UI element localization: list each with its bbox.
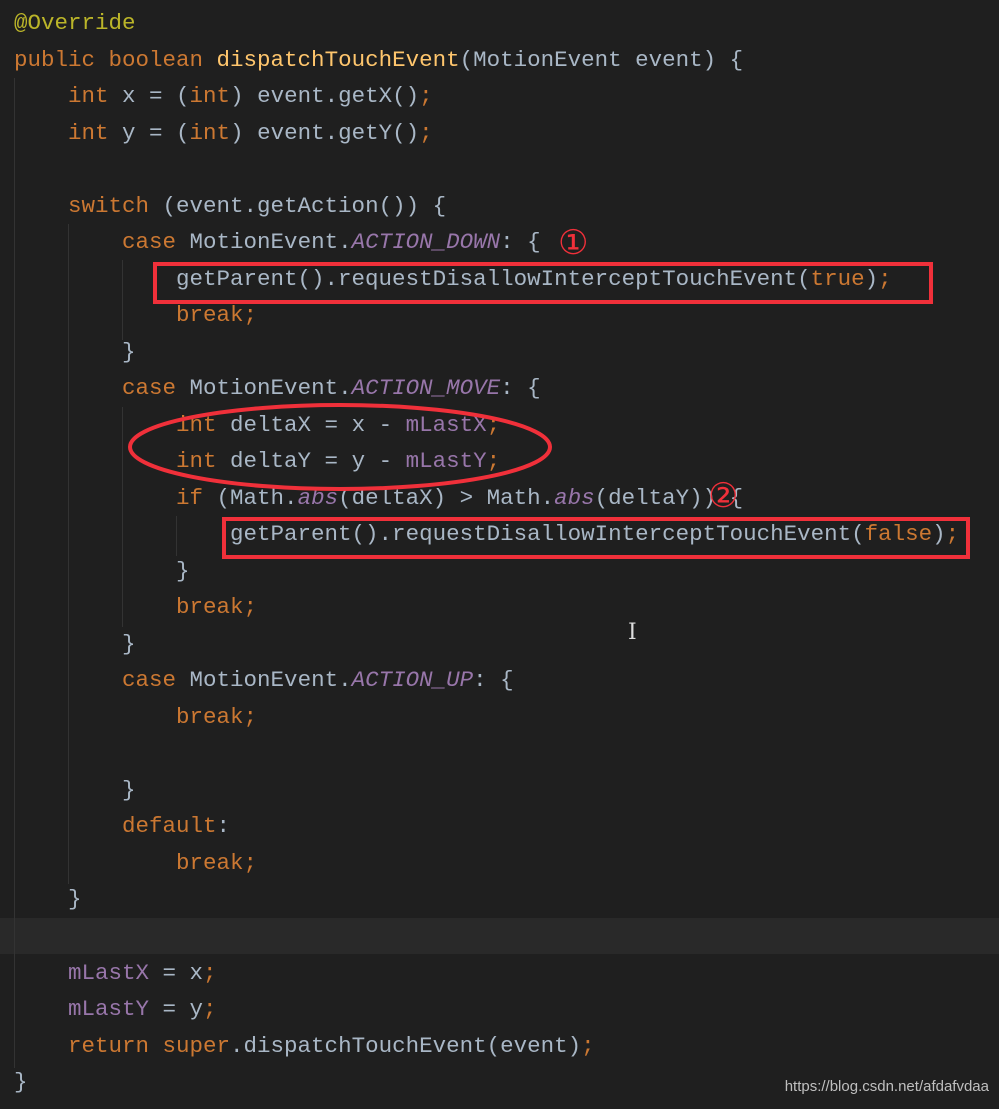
- code-token: :: [216, 813, 231, 840]
- code-token: @Override: [14, 10, 136, 36]
- highlight-ellipse-delta: [128, 403, 552, 491]
- code-token: : {: [500, 375, 541, 402]
- code-token: }: [14, 338, 136, 365]
- code-token: ;: [581, 1032, 595, 1059]
- code-token: break;: [176, 703, 258, 730]
- code-line[interactable]: break;: [14, 699, 257, 736]
- code-token: case: [122, 375, 190, 402]
- code-line[interactable]: case MotionEvent.ACTION_UP: {: [14, 662, 514, 699]
- code-token: : {: [500, 229, 541, 256]
- code-line[interactable]: break;: [14, 589, 257, 626]
- code-line[interactable]: @Override: [14, 5, 136, 42]
- code-token: = y: [149, 996, 204, 1023]
- code-token: = x: [149, 959, 204, 986]
- code-token: .dispatchTouchEvent(event): [230, 1032, 582, 1059]
- highlight-box-request-false: [222, 517, 970, 559]
- code-token: (event.getAction()) {: [162, 192, 447, 219]
- marker-1: ①: [558, 223, 589, 263]
- code-line[interactable]: int x = (int) event.getX();: [14, 78, 433, 115]
- code-token: }: [14, 1069, 28, 1096]
- code-token: switch: [68, 192, 163, 219]
- code-token: x = (: [122, 83, 190, 110]
- code-token: default: [122, 813, 217, 840]
- watermark: https://blog.csdn.net/afdafvdaa: [784, 1078, 989, 1095]
- code-line[interactable]: }: [14, 626, 136, 663]
- code-line[interactable]: switch (event.getAction()) {: [14, 188, 446, 225]
- code-editor[interactable]: @Override public boolean dispatchTouchEve…: [0, 0, 999, 1109]
- text-cursor-icon: I: [628, 620, 637, 645]
- code-line[interactable]: }: [14, 553, 190, 590]
- code-line[interactable]: case MotionEvent.ACTION_DOWN: {: [14, 224, 541, 261]
- code-line[interactable]: mLastY = y;: [14, 991, 217, 1028]
- code-line[interactable]: }: [14, 334, 136, 371]
- code-line[interactable]: }: [14, 881, 82, 918]
- code-token: int: [189, 83, 231, 110]
- code-line[interactable]: return super.dispatchTouchEvent(event);: [14, 1028, 595, 1065]
- code-token: ACTION_UP: [351, 667, 474, 694]
- code-line[interactable]: }: [14, 772, 136, 809]
- current-line-highlight: [0, 918, 999, 954]
- marker-2: ②: [708, 476, 739, 516]
- code-token: y = (: [122, 119, 190, 146]
- code-token: MotionEvent.: [189, 667, 352, 694]
- code-line[interactable]: break;: [14, 845, 257, 882]
- code-token: ) event.getX(): [230, 83, 420, 110]
- code-token: int: [189, 119, 231, 146]
- code-token: mLastX: [68, 959, 150, 986]
- code-token: : {: [473, 667, 514, 694]
- code-token: }: [14, 630, 136, 657]
- code-token: int: [68, 83, 123, 110]
- code-line[interactable]: int y = (int) event.getY();: [14, 115, 433, 152]
- code-token: MotionEvent.: [189, 229, 352, 256]
- code-token: }: [14, 776, 136, 803]
- code-line[interactable]: default:: [14, 808, 230, 845]
- code-token: ;: [419, 83, 433, 110]
- code-token: ACTION_DOWN: [351, 229, 501, 256]
- code-token: mLastY: [68, 996, 150, 1023]
- code-token: case: [122, 229, 190, 256]
- code-token: break;: [176, 302, 258, 329]
- code-line[interactable]: mLastX = x;: [14, 955, 217, 992]
- code-token: case: [122, 667, 190, 694]
- code-token: (MotionEvent event) {: [459, 46, 744, 73]
- code-token: int: [68, 119, 123, 146]
- code-token: dispatchTouchEvent: [216, 46, 460, 73]
- code-token: ;: [203, 959, 217, 986]
- code-token: break;: [176, 849, 258, 876]
- code-line[interactable]: }: [14, 1064, 28, 1101]
- code-token: return super: [68, 1032, 231, 1059]
- code-token: abs: [554, 484, 595, 511]
- code-token: ) event.getY(): [230, 119, 420, 146]
- code-line[interactable]: public boolean dispatchTouchEvent(Motion…: [14, 42, 743, 79]
- code-token: ACTION_MOVE: [351, 375, 501, 402]
- code-token: }: [14, 557, 190, 584]
- code-token: ;: [419, 119, 433, 146]
- highlight-box-request-true: [153, 262, 933, 304]
- code-token: }: [14, 886, 82, 913]
- code-token: public boolean: [14, 46, 217, 73]
- code-token: break;: [176, 594, 258, 621]
- code-token: ;: [203, 996, 217, 1023]
- code-token: MotionEvent.: [189, 375, 352, 402]
